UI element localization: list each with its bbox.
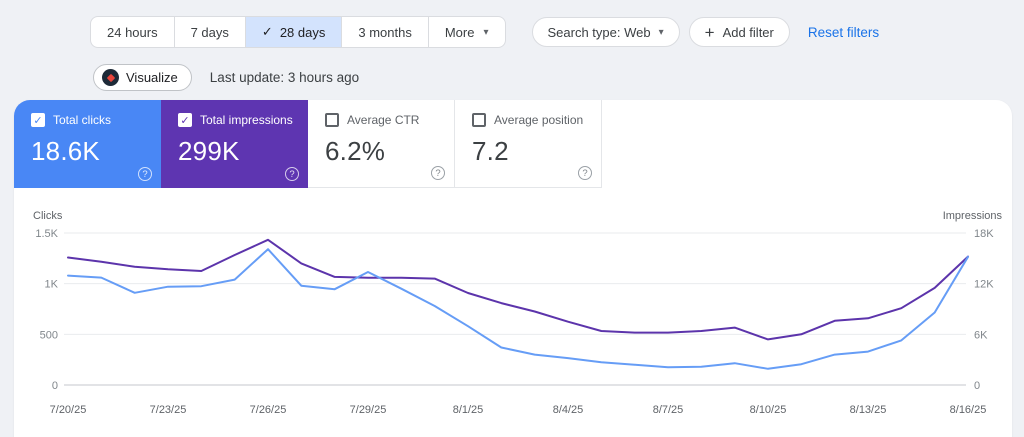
x-axis-tick: 7/26/25 (250, 404, 287, 416)
date-range-label: 28 days (279, 24, 326, 40)
help-icon[interactable]: ? (138, 167, 152, 181)
x-axis-tick: 8/4/25 (553, 404, 584, 416)
checkbox-unchecked-icon[interactable] (472, 113, 486, 127)
metric-label: Average position (494, 113, 584, 127)
x-axis-tick: 7/20/25 (50, 404, 87, 416)
last-update-text: Last update: 3 hours ago (209, 70, 360, 85)
x-axis-tick: 8/13/25 (850, 404, 887, 416)
help-icon[interactable]: ? (431, 166, 445, 180)
search-console-performance-page: 24 hours 7 days ✓ 28 days 3 months More ▾ Sear… (0, 0, 1024, 437)
looker-studio-icon (102, 69, 119, 86)
check-icon: ✓ (261, 24, 273, 39)
metric-card-total-clicks[interactable]: ✓ Total clicks 18.6K? (14, 100, 161, 188)
right-axis-tick: 0 (974, 380, 980, 392)
left-axis-tick: 0 (52, 380, 58, 392)
x-axis-tick: 8/16/25 (950, 404, 987, 416)
add-filter-label: Add filter (722, 24, 774, 40)
date-range-24-hours[interactable]: 24 hours (91, 17, 175, 47)
help-icon[interactable]: ? (578, 166, 592, 180)
plus-icon: + (704, 22, 715, 42)
clicks-line (67, 248, 969, 370)
date-range-label: 3 months (358, 24, 412, 40)
visualize-label: Visualize (126, 70, 178, 85)
checkbox-unchecked-icon[interactable] (325, 113, 339, 127)
metric-value: 299K (178, 136, 240, 166)
search-type-label: Search type: Web (547, 24, 651, 40)
date-range-selector: 24 hours 7 days ✓ 28 days 3 months More ▾ (90, 16, 506, 48)
left-axis-tick: 1.5K (35, 228, 58, 240)
metric-card-average-position[interactable]: Average position 7.2? (455, 100, 602, 188)
metric-label: Total impressions (200, 113, 293, 127)
x-axis-tick: 8/10/25 (750, 404, 787, 416)
right-axis-title: Impressions (943, 210, 1003, 222)
chevron-down-icon: ▾ (483, 26, 489, 38)
help-icon[interactable]: ? (285, 167, 299, 181)
checkbox-checked-icon[interactable]: ✓ (31, 113, 45, 127)
x-axis-tick: 7/29/25 (350, 404, 387, 416)
metric-value: 18.6K (31, 136, 100, 166)
date-range-label: 7 days (190, 24, 229, 40)
left-axis-title: Clicks (33, 210, 63, 222)
metric-card-total-impressions[interactable]: ✓ Total impressions 299K? (161, 100, 308, 188)
left-axis-tick: 1K (45, 279, 59, 291)
metric-value: 7.2 (472, 136, 509, 166)
visualize-button[interactable]: Visualize (93, 64, 192, 91)
secondary-toolbar: Visualize Last update: 3 hours ago (93, 64, 359, 91)
date-range-more[interactable]: More ▾ (429, 17, 505, 47)
right-axis-tick: 12K (974, 279, 994, 291)
add-filter-button[interactable]: + Add filter (688, 17, 790, 47)
clicks-impressions-line-chart: Clicks Impressions 0 0 500 6K 1K 12K 1.5K 18K 7/20… (33, 210, 1003, 416)
x-axis-tick: 8/7/25 (653, 404, 684, 416)
performance-chart: Clicks Impressions 0 0 500 6K 1K 12K 1.5K 18K 7/20… (14, 205, 1012, 437)
search-type-dropdown[interactable]: Search type: Web ▾ (531, 17, 680, 47)
right-axis-tick: 18K (974, 228, 994, 240)
metric-value: 6.2% (325, 136, 386, 166)
metric-label: Average CTR (347, 113, 420, 127)
date-range-7-days[interactable]: 7 days (175, 17, 246, 47)
right-axis-tick: 6K (974, 329, 988, 341)
x-axis-tick: 7/23/25 (150, 404, 187, 416)
filters-row: 24 hours 7 days ✓ 28 days 3 months More ▾ Sear… (90, 16, 879, 48)
x-axis-tick: 8/1/25 (453, 404, 484, 416)
left-axis-tick: 500 (40, 329, 58, 341)
impressions-line (67, 238, 969, 341)
reset-filters-link[interactable]: Reset filters (808, 25, 879, 40)
date-range-label: More (444, 24, 475, 40)
date-range-3-months[interactable]: 3 months (342, 17, 429, 47)
performance-panel: ✓ Total clicks 18.6K? ✓ Total impressions 299… (14, 100, 1012, 437)
chevron-down-icon: ▾ (658, 26, 664, 38)
metric-cards-row: ✓ Total clicks 18.6K? ✓ Total impressions 299… (14, 100, 602, 188)
checkbox-checked-icon[interactable]: ✓ (178, 113, 192, 127)
date-range-label: 24 hours (107, 24, 158, 40)
date-range-28-days[interactable]: ✓ 28 days (245, 17, 343, 47)
metric-label: Total clicks (53, 113, 112, 127)
metric-card-average-ctr[interactable]: Average CTR 6.2%? (308, 100, 455, 188)
